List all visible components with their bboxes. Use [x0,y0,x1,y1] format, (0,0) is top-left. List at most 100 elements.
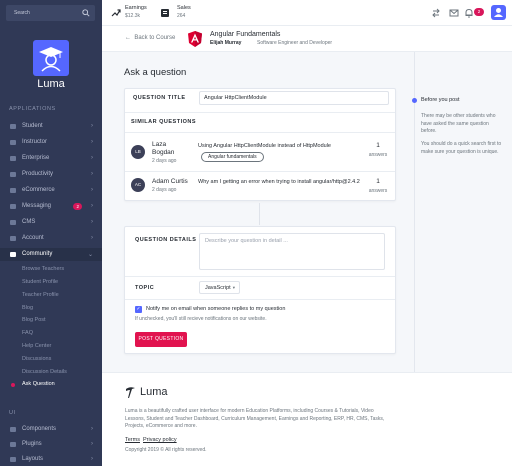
question-text[interactable]: Using Angular HttpClientModule instead o… [198,143,331,149]
course-author-role: Software Engineer and Developer [257,40,333,46]
back-to-course-link[interactable]: ← Back to Course [125,35,175,41]
sub-item-ask-question[interactable]: Ask Question [22,381,55,387]
sidebar-item-label: Layouts [22,456,44,462]
sidebar-item-plugins[interactable]: Plugins › [0,438,102,451]
sub-item-discussion-details[interactable]: Discussion Details [22,369,67,375]
question-time: 2 days ago [152,158,177,164]
chevron-right-icon: › [91,441,93,447]
sidebar-item-label: Community [22,251,53,257]
mail-icon[interactable] [449,8,459,18]
notify-label[interactable]: Notify me on email when someone replies … [146,306,285,312]
bell-icon[interactable] [464,8,474,18]
tips-text-2: You should do a quick search first to ma… [421,141,502,155]
sub-item-student-profile[interactable]: Student Profile [22,279,58,285]
earnings-label: Earnings [125,5,147,11]
sidebar-item-productivity[interactable]: Productivity › [0,168,102,181]
earnings-value: $12.3k [125,13,141,19]
sidebar-item-label: Messaging [22,203,52,209]
chevron-right-icon: › [91,203,93,209]
layouts-icon [10,457,16,462]
sidebar-item-student[interactable]: Student › [0,120,102,133]
divider [125,112,395,113]
answer-label: answers [368,188,388,194]
chevron-right-icon: › [91,235,93,241]
sidebar-item-cms[interactable]: CMS › [0,216,102,229]
sidebar: Search Luma APPLICATIONS Student › Instr… [0,0,102,466]
sub-item-blog[interactable]: Blog [22,305,33,311]
sidebar-item-instructor[interactable]: Instructor › [0,136,102,149]
course-title[interactable]: Angular Fundamentals [210,31,280,38]
notify-checkbox[interactable]: ✓ [135,306,142,313]
answer-count: 1 [376,178,380,185]
connector-line [259,203,260,225]
answer-count: 1 [376,142,380,149]
notification-badge: 2 [474,8,484,16]
footer-description: Luma is a beautifully crafted user inter… [125,408,385,429]
chevron-right-icon: › [91,155,93,161]
active-dot [11,383,15,387]
sub-item-browse-teachers[interactable]: Browse Teachers [22,266,64,272]
graduate-icon [39,47,63,72]
similar-questions-label: SIMILAR QUESTIONS [131,119,197,125]
swap-icon[interactable] [431,8,441,18]
sub-item-faq[interactable]: FAQ [22,330,33,336]
sidebar-item-layouts[interactable]: Layouts › [0,453,102,466]
sidebar-search[interactable]: Search [6,5,95,21]
check-icon: ✓ [136,306,141,312]
sidebar-item-label: Plugins [22,441,42,447]
chevron-right-icon: › [91,123,93,129]
footer: Luma Luma is a beautifully crafted user … [102,372,512,466]
sidebar-item-account[interactable]: Account › [0,232,102,245]
sidebar-item-messaging[interactable]: Messaging 2 › [0,200,102,213]
enterprise-icon [10,156,16,161]
search-icon [82,9,90,17]
question-text[interactable]: Why am I getting an error when trying to… [198,179,360,185]
tips-title: Before you post [421,97,460,103]
user-avatar[interactable] [491,5,506,20]
trending-up-icon [111,9,121,17]
sidebar-item-label: Account [22,235,44,241]
tips-text-1: There may be other students who have ask… [421,113,496,135]
sub-item-teacher-profile[interactable]: Teacher Profile [22,292,59,298]
topic-select[interactable]: JavaScript ▾ [199,281,240,294]
answer-label: answers [368,152,388,158]
luma-logo-icon [126,387,135,398]
section-applications: APPLICATIONS [9,106,56,112]
ecommerce-icon [10,188,16,193]
question-title-input[interactable]: Angular HttpClientModule [199,91,389,105]
sub-item-help-center[interactable]: Help Center [22,343,51,349]
question-author-last[interactable]: Bogdan [152,149,174,156]
course-author[interactable]: Elijah Murray [210,40,241,46]
student-icon [10,124,16,129]
topbar: Earnings $12.3k Sales 264 2 [102,0,512,26]
post-question-button[interactable]: POST QUESTION [135,332,187,347]
cms-icon [10,220,16,225]
sidebar-item-label: eCommerce [22,187,55,193]
brand-logo[interactable] [33,40,69,76]
chevron-right-icon: › [91,219,93,225]
divider [125,299,395,300]
sidebar-item-label: Instructor [22,139,48,145]
topic-tag[interactable]: Angular fundamentals [201,152,264,162]
sub-item-blog-post[interactable]: Blog Post [22,317,46,323]
sub-item-discussions[interactable]: Discussions [22,356,51,362]
sidebar-item-enterprise[interactable]: Enterprise › [0,152,102,165]
privacy-link[interactable]: Privacy policy [143,437,177,443]
topic-label: TOPIC [135,285,155,291]
question-details-textarea[interactable]: Describe your question in detail ... [199,233,385,270]
instructor-icon [10,140,16,145]
avatar: LB [131,145,145,159]
course-header: ← Back to Course Angular Fundamentals El… [102,26,512,52]
sidebar-item-components[interactable]: Components › [0,423,102,436]
divider [125,132,395,133]
question-time: 2 days ago [152,187,177,193]
terms-link[interactable]: Terms [125,437,140,443]
question-author[interactable]: Adam Curtis [152,178,188,185]
sidebar-item-ecommerce[interactable]: eCommerce › [0,184,102,197]
user-icon [494,8,503,17]
sidebar-item-community[interactable]: Community ⌄ [0,248,102,261]
sidebar-item-label: Student [22,123,43,129]
question-author-first[interactable]: Laza [152,141,166,148]
brand-name[interactable]: Luma [0,78,102,90]
components-icon [10,427,16,432]
